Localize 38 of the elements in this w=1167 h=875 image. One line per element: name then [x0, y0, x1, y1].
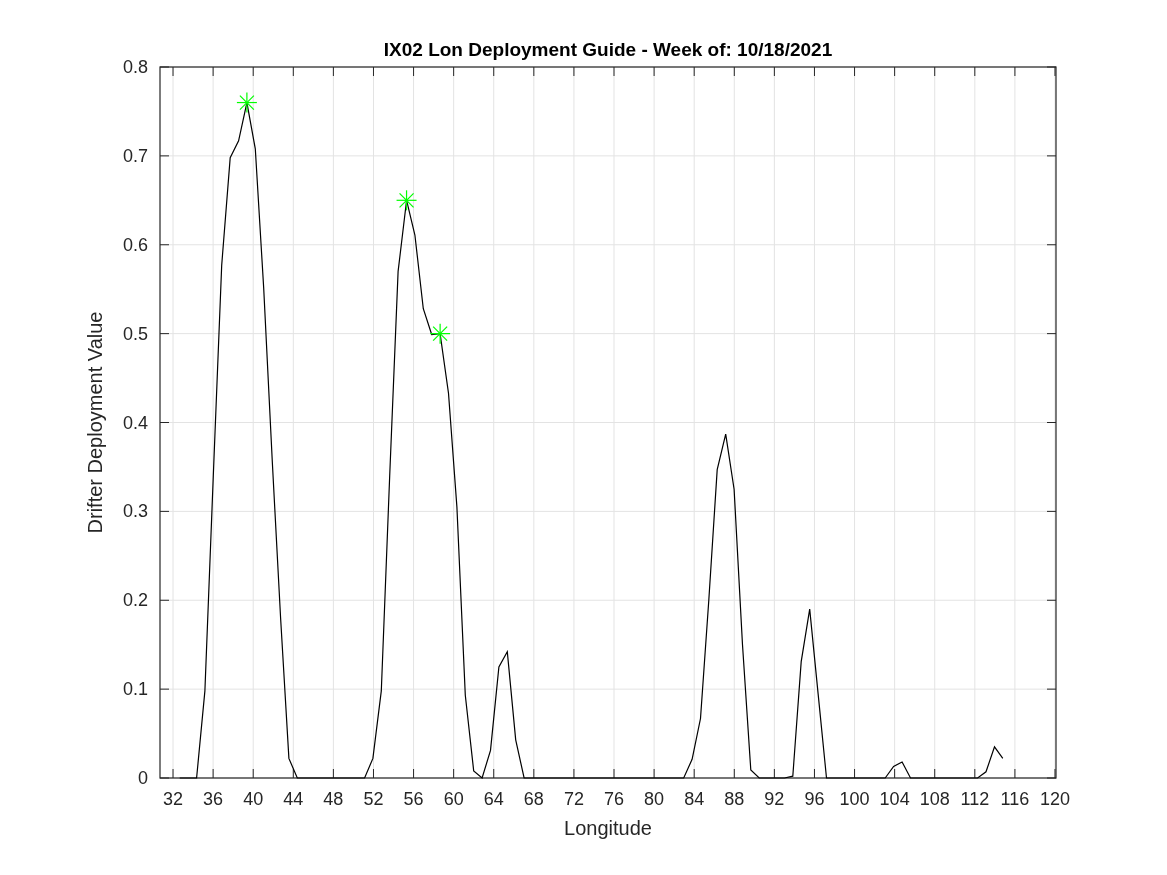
- tick-label: 120: [1039, 789, 1070, 809]
- tick-label: 52: [363, 789, 384, 809]
- tick-label: 108: [919, 789, 950, 809]
- tick-label: 0.5: [122, 323, 148, 344]
- tick-label: 0.4: [122, 412, 148, 433]
- tick-label: 84: [684, 789, 705, 809]
- tick-label: 36: [203, 789, 224, 809]
- tick-label: 100: [839, 789, 870, 809]
- tick-label: 80: [644, 789, 665, 809]
- tick-label: 88: [724, 789, 745, 809]
- x-axis-label: Longitude: [564, 817, 652, 839]
- tick-label: 0.2: [122, 590, 148, 611]
- tick-label: 64: [483, 789, 504, 809]
- tick-label: 32: [163, 789, 184, 809]
- tick-label: 0: [138, 768, 148, 788]
- star-marker: [429, 323, 451, 345]
- tick-label: 112: [960, 789, 990, 809]
- chart-title: IX02 Lon Deployment Guide - Week of: 10/18/2021: [383, 39, 833, 60]
- tick-label: 0.6: [122, 234, 148, 255]
- tick-label: 116: [1000, 789, 1030, 809]
- tick-label: 68: [523, 789, 544, 809]
- tick-label: 40: [243, 789, 264, 809]
- tick-label: 56: [403, 789, 424, 809]
- tick-label: 72: [563, 789, 584, 809]
- tick-label: 0.7: [122, 145, 148, 166]
- tick-label: 0.8: [122, 57, 148, 77]
- tick-label: 60: [443, 789, 464, 809]
- star-marker: [236, 91, 258, 114]
- tick-label: 104: [879, 789, 910, 809]
- tick-label: 0.1: [122, 679, 148, 700]
- tick-label: 44: [283, 789, 304, 809]
- tick-label: 96: [804, 789, 825, 809]
- tick-label: 92: [764, 789, 785, 809]
- star-marker: [395, 189, 418, 211]
- y-axis-label: Drifter Deployment Value: [84, 311, 106, 534]
- tick-label: 76: [604, 789, 625, 809]
- tick-label: 0.3: [122, 501, 148, 522]
- tick-label: 48: [323, 789, 344, 809]
